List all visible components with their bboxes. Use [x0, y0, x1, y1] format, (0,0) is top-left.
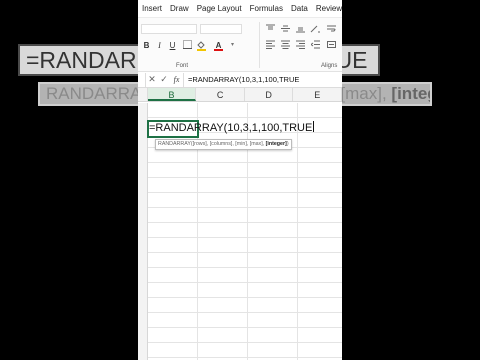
text-cursor [313, 121, 315, 132]
screen: =RANDARRAY(10,3,1,100,TRUE RANDARRAY([ro… [0, 0, 480, 360]
select-all-corner[interactable] [138, 88, 148, 101]
excel-app: Insert Draw Page Layout Formulas Data Re… [138, 0, 342, 360]
tab-page-layout[interactable]: Page Layout [193, 4, 246, 13]
font-name-dropdown[interactable] [141, 24, 197, 34]
italic-button[interactable]: I [154, 40, 165, 51]
column-header-e[interactable]: E [293, 88, 342, 101]
tab-formulas[interactable]: Formulas [246, 4, 287, 13]
align-left-icon[interactable] [265, 40, 276, 51]
merge-cells-icon[interactable] [326, 40, 337, 51]
column-header-d[interactable]: D [245, 88, 294, 101]
alignment-group-label: Aligns [321, 63, 338, 69]
wrap-text-icon[interactable] [326, 24, 337, 35]
borders-icon[interactable] [182, 40, 193, 51]
font-group-label: Font [176, 63, 189, 69]
formula-input[interactable]: =RANDARRAY(10,3,1,100,TRUE [183, 72, 299, 87]
fill-color-icon[interactable] [196, 40, 207, 51]
row-headers [138, 103, 148, 360]
decrease-indent-icon[interactable] [310, 40, 321, 51]
column-headers: B C D E [138, 88, 342, 102]
font-color-button[interactable]: A [213, 40, 224, 51]
tab-review[interactable]: Review [312, 4, 342, 13]
align-top-icon[interactable] [265, 24, 276, 35]
insert-function-icon[interactable]: fx [170, 75, 183, 84]
align-bottom-icon[interactable] [295, 24, 306, 35]
ribbon: B I U A ▾ Font Aligns [138, 18, 342, 72]
align-right-icon[interactable] [295, 40, 306, 51]
formula-bar: ✕ ✓ fx =RANDARRAY(10,3,1,100,TRUE [138, 72, 342, 88]
ribbon-divider [259, 22, 260, 68]
underline-button[interactable]: U [167, 40, 178, 51]
tab-data[interactable]: Data [287, 4, 312, 13]
column-header-c[interactable]: C [196, 88, 245, 101]
font-size-dropdown[interactable] [200, 24, 242, 34]
orientation-icon[interactable] [310, 24, 321, 35]
tab-draw[interactable]: Draw [166, 4, 193, 13]
name-box[interactable] [138, 72, 146, 87]
align-middle-icon[interactable] [280, 24, 291, 35]
more-font-options-icon[interactable]: ▾ [227, 40, 238, 51]
function-tooltip[interactable]: RANDARRAY([rows], [columns], [min], [max… [155, 139, 292, 150]
cancel-icon[interactable]: ✕ [146, 74, 158, 85]
column-header-b[interactable]: B [147, 88, 197, 101]
cell-formula-text[interactable]: =RANDARRAY(10,3,1,100,TRUE [149, 121, 315, 136]
bold-button[interactable]: B [141, 40, 152, 51]
align-center-icon[interactable] [280, 40, 291, 51]
tab-insert[interactable]: Insert [138, 4, 166, 13]
enter-icon[interactable]: ✓ [158, 74, 170, 85]
ribbon-tabs: Insert Draw Page Layout Formulas Data Re… [138, 0, 342, 18]
